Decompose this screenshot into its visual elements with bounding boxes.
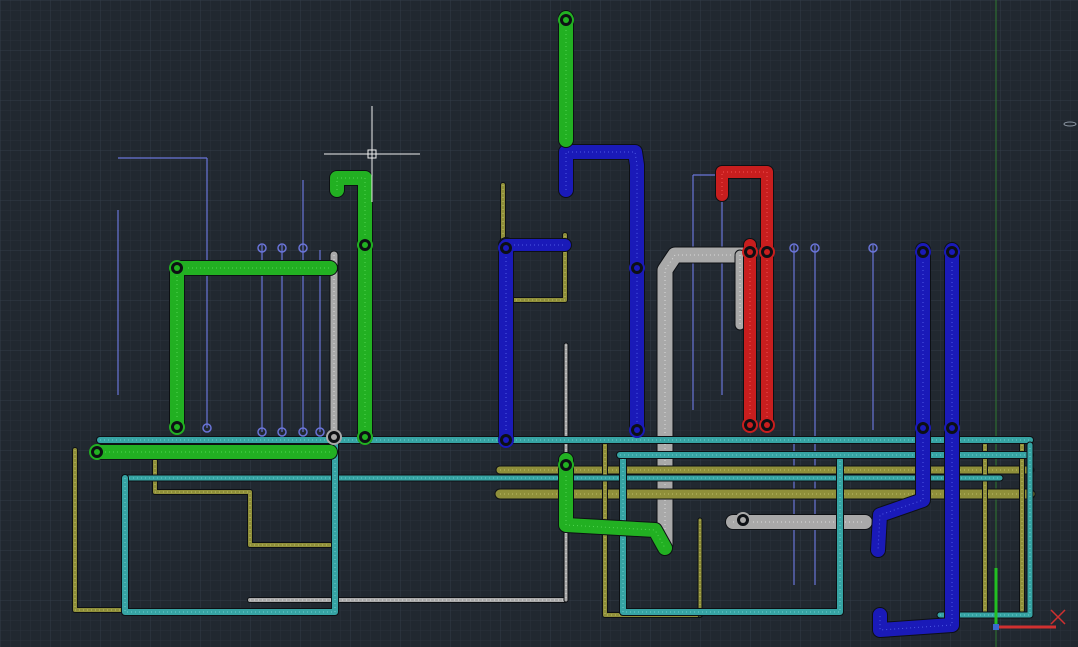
flange-10-core bbox=[949, 425, 955, 431]
cad-model-viewport[interactable] bbox=[0, 0, 1078, 647]
flange-19-core bbox=[740, 517, 746, 523]
flange-13-core bbox=[503, 245, 509, 251]
flange-5-core bbox=[362, 242, 368, 248]
flange-8-core bbox=[634, 427, 640, 433]
flange-6-core bbox=[563, 462, 569, 468]
flange-20-core bbox=[331, 434, 337, 440]
flange-11-core bbox=[920, 249, 926, 255]
flange-1-core bbox=[174, 424, 180, 430]
flange-0-core bbox=[563, 17, 569, 23]
flange-14-core bbox=[634, 265, 640, 271]
flange-12-core bbox=[949, 249, 955, 255]
flange-2-core bbox=[362, 434, 368, 440]
flange-7-core bbox=[503, 437, 509, 443]
flange-18-core bbox=[764, 249, 770, 255]
flange-9-core bbox=[920, 425, 926, 431]
flange-15-core bbox=[747, 422, 753, 428]
flange-3-core bbox=[94, 449, 100, 455]
flange-4-core bbox=[174, 265, 180, 271]
drawing-canvas[interactable] bbox=[0, 0, 1078, 647]
flange-17-core bbox=[747, 249, 753, 255]
flange-16-core bbox=[764, 422, 770, 428]
